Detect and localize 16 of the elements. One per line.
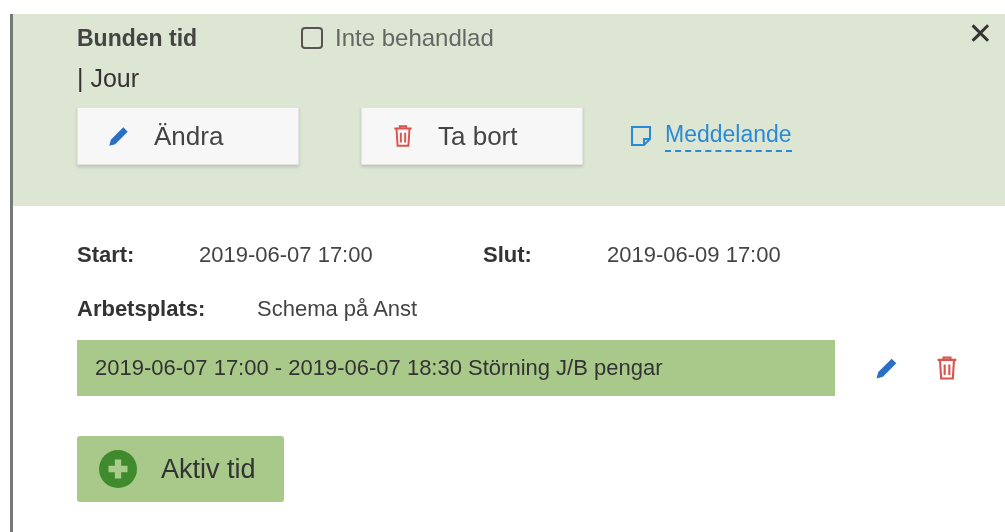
workplace-label: Arbetsplats: bbox=[77, 296, 207, 322]
close-button[interactable]: ✕ bbox=[967, 16, 993, 51]
note-icon bbox=[629, 124, 653, 148]
not-handled-checkbox[interactable]: Inte behandlad bbox=[301, 24, 494, 52]
subtitle: | Jour bbox=[77, 64, 141, 93]
edit-button[interactable]: Ändra bbox=[77, 107, 299, 165]
end-label: Slut: bbox=[483, 242, 533, 268]
add-active-time-button[interactable]: Aktiv tid bbox=[77, 436, 284, 502]
end-value: 2019-06-09 17:00 bbox=[607, 242, 781, 268]
workplace-value: Schema på Anst bbox=[257, 296, 418, 322]
title: Bunden tid bbox=[77, 24, 199, 52]
time-entry[interactable]: 2019-06-07 17:00 - 2019-06-07 18:30 Störning J/B pengar bbox=[77, 340, 835, 396]
plus-icon bbox=[99, 450, 137, 488]
start-label: Start: bbox=[77, 242, 136, 268]
start-value: 2019-06-07 17:00 bbox=[199, 242, 374, 268]
delete-button[interactable]: Ta bort bbox=[361, 107, 583, 165]
